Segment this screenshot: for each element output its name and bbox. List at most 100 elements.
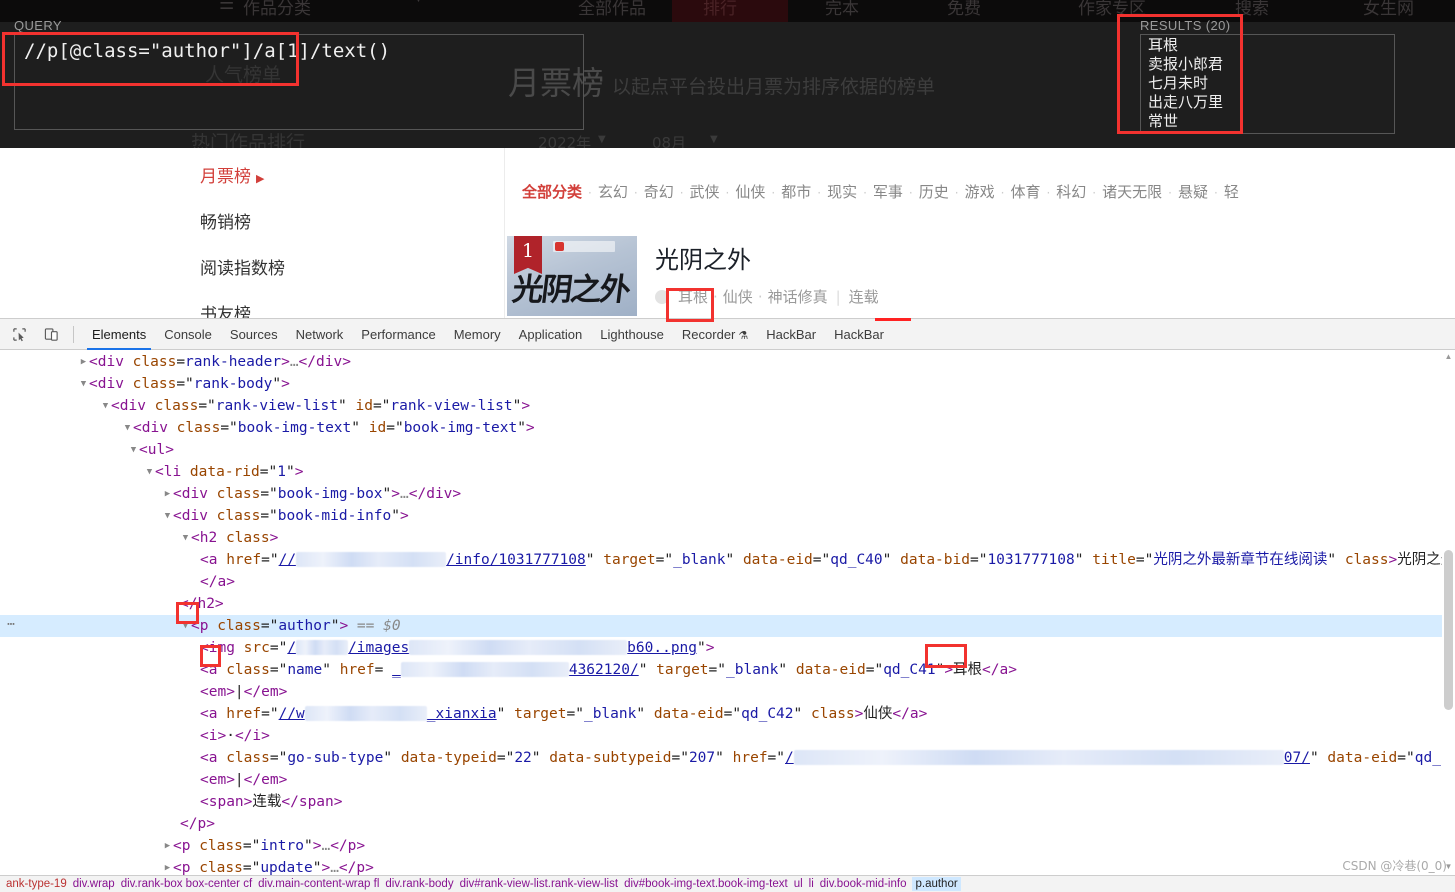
breadcrumb-item[interactable]: li — [809, 878, 814, 890]
dom-line[interactable]: <a class="go-sub-type" data-typeid="22" … — [0, 747, 1455, 769]
dom-href-tail[interactable]: 4362120/ — [569, 662, 639, 678]
dom-line[interactable]: <a href="///info/1031777108" target="_bl… — [0, 549, 1455, 571]
category-xianshi[interactable]: 现实 — [827, 183, 857, 201]
dom-line-selected[interactable]: ⋯ ▼ <p class="author"> == $0 — [0, 615, 1455, 637]
dom-line[interactable]: <a href="//w _xianxia" target="_blank" da… — [0, 703, 1455, 725]
category-qing[interactable]: 轻 — [1224, 183, 1239, 201]
disclosure-triangle-icon[interactable]: ▶ — [162, 483, 173, 505]
book-category-link[interactable]: 仙侠 — [723, 288, 753, 306]
dom-line[interactable]: </h2> — [0, 593, 1455, 615]
nav-item-author-zone[interactable]: 作家专区 — [1078, 0, 1146, 19]
device-toolbar-icon[interactable] — [38, 322, 64, 346]
breadcrumb-item[interactable]: div.rank-body — [385, 878, 453, 890]
book-subcategory-link[interactable]: 神话修真 — [768, 288, 828, 306]
disclosure-triangle-icon[interactable]: ▼ — [162, 505, 173, 527]
tab-elements[interactable]: Elements — [83, 319, 155, 350]
disclosure-triangle-icon[interactable]: ▼ — [100, 395, 111, 417]
tab-memory[interactable]: Memory — [445, 319, 510, 350]
dom-line[interactable]: <em>|</em> — [0, 769, 1455, 791]
tab-sources[interactable]: Sources — [221, 319, 287, 350]
category-kehuan[interactable]: 科幻 — [1056, 183, 1086, 201]
disclosure-triangle-icon[interactable]: ▼ — [180, 615, 191, 637]
dom-line[interactable]: <img src="//images b60..png"> — [0, 637, 1455, 659]
breadcrumb-item[interactable]: div.wrap — [73, 878, 115, 890]
nav-item-completed[interactable]: 完本 — [825, 0, 859, 19]
category-xuanyi[interactable]: 悬疑 — [1178, 183, 1208, 201]
nav-item-categories[interactable]: 作品分类 — [243, 0, 311, 19]
dom-line[interactable]: ▼ <div class="book-mid-info"> — [0, 505, 1455, 527]
disclosure-triangle-icon[interactable]: ▼ — [122, 417, 133, 439]
breadcrumb-item-selected[interactable]: p.author — [912, 877, 961, 891]
dom-line[interactable]: ▼ <div class="rank-body"> — [0, 373, 1455, 395]
book-author-link[interactable]: 耳根 — [678, 288, 708, 306]
category-xianxia[interactable]: 仙侠 — [735, 183, 765, 201]
tab-recorder[interactable]: Recorder ⚗ — [673, 319, 757, 350]
dom-line[interactable]: ▼ <li data-rid="1"> — [0, 461, 1455, 483]
book-cover-image[interactable]: 1 光阴之外 — [507, 236, 637, 316]
breadcrumb-item[interactable]: div.main-content-wrap fl — [258, 878, 379, 890]
scrollbar-thumb[interactable] — [1444, 550, 1453, 710]
category-lishi[interactable]: 历史 — [919, 183, 949, 201]
inspect-element-icon[interactable] — [6, 322, 32, 346]
ghost-month-select[interactable]: 08月 — [652, 132, 686, 148]
dom-line[interactable]: ▶ <p class="update">…</p> — [0, 857, 1455, 875]
book-list-item[interactable]: 1 光阴之外 光阴之外 耳根 · 仙侠 · 神话修真 | 连载 — [505, 236, 1455, 316]
disclosure-triangle-icon[interactable]: ▼ — [78, 373, 89, 395]
dom-line[interactable]: ▼ <ul> — [0, 439, 1455, 461]
dom-line[interactable]: </p> — [0, 813, 1455, 835]
dom-href-tail[interactable]: _xianxia — [427, 706, 497, 722]
category-xuanhuan[interactable]: 玄幻 — [598, 183, 628, 201]
dom-line[interactable]: ▶ <p class="intro">…</p> — [0, 835, 1455, 857]
dom-tree[interactable]: ▶ <div class=rank-header>…</div> ▼ <div cl… — [0, 350, 1455, 875]
disclosure-triangle-icon[interactable]: ▶ — [162, 835, 173, 857]
disclosure-triangle-icon[interactable]: ▶ — [78, 351, 89, 373]
dom-href-tail[interactable]: 07/ — [1284, 750, 1310, 766]
ghost-year-select[interactable]: 2022年 — [538, 132, 591, 148]
tab-console[interactable]: Console — [155, 319, 221, 350]
dom-line[interactable]: ▼ <div class="book-img-text" id="book-img… — [0, 417, 1455, 439]
tab-application[interactable]: Application — [510, 319, 592, 350]
disclosure-triangle-icon[interactable]: ▼ — [144, 461, 155, 483]
category-wuxia[interactable]: 武侠 — [690, 183, 720, 201]
breadcrumb-item[interactable]: div#rank-view-list.rank-view-list — [460, 878, 618, 890]
category-dushi[interactable]: 都市 — [781, 183, 811, 201]
dom-line[interactable]: <a class="name" href= _ 4362120/" target=… — [0, 659, 1455, 681]
scroll-up-icon[interactable]: ▲ — [1443, 352, 1454, 363]
dom-line[interactable]: ▶ <div class=rank-header>…</div> — [0, 351, 1455, 373]
book-title-link[interactable]: 光阴之外 — [655, 240, 879, 275]
dom-line[interactable]: </a> — [0, 571, 1455, 593]
sidebar-item-book-friends[interactable]: 书友榜 — [200, 300, 285, 318]
tab-performance[interactable]: Performance — [352, 319, 444, 350]
sidebar-item-monthly-ticket[interactable]: 月票榜 ▶ — [200, 162, 285, 187]
category-qihuan[interactable]: 奇幻 — [644, 183, 674, 201]
disclosure-triangle-icon[interactable]: ▼ — [128, 439, 139, 461]
dom-line[interactable]: ▼ <div class="rank-view-list" id="rank-vi… — [0, 395, 1455, 417]
tab-network[interactable]: Network — [287, 319, 353, 350]
sidebar-item-reading-index[interactable]: 阅读指数榜 — [200, 254, 285, 279]
dom-href-tail[interactable]: 108 — [560, 552, 586, 568]
category-tiyu[interactable]: 体育 — [1010, 183, 1040, 201]
category-all[interactable]: 全部分类 — [522, 183, 582, 201]
nav-item-female-channel[interactable]: 女生网 — [1363, 0, 1414, 19]
nav-item-search[interactable]: 搜索 — [1235, 0, 1269, 19]
sidebar-item-bestseller[interactable]: 畅销榜 — [200, 208, 285, 233]
breadcrumb-item[interactable]: div#book-img-text.book-img-text — [624, 878, 788, 890]
nav-item-free[interactable]: 免费 — [947, 0, 981, 19]
dom-img-src-tail[interactable]: b60..png — [627, 640, 697, 656]
nav-hamburger-icon[interactable]: ☰ — [219, 0, 234, 14]
tab-hackbar-1[interactable]: HackBar — [757, 319, 825, 350]
disclosure-triangle-icon[interactable]: ▶ — [162, 857, 173, 875]
category-youxi[interactable]: 游戏 — [965, 183, 995, 201]
breadcrumb-item[interactable]: div.rank-box box-center cf — [121, 878, 252, 890]
disclosure-triangle-icon[interactable]: ▼ — [180, 527, 191, 549]
dom-line[interactable]: ▼ <h2 class> — [0, 527, 1455, 549]
dom-line[interactable]: <em>|</em> — [0, 681, 1455, 703]
breadcrumb-item[interactable]: div.book-mid-info — [820, 878, 907, 890]
nav-item-all-works[interactable]: 全部作品 — [578, 0, 646, 19]
breadcrumb-item[interactable]: ank-type-19 — [6, 878, 67, 890]
category-zhutianwuxian[interactable]: 诸天无限 — [1102, 183, 1162, 201]
nav-item-ranking[interactable]: 排行 — [703, 0, 737, 19]
dom-line[interactable]: <span>连载</span> — [0, 791, 1455, 813]
tab-hackbar-2[interactable]: HackBar — [825, 319, 893, 350]
tab-lighthouse[interactable]: Lighthouse — [591, 319, 673, 350]
